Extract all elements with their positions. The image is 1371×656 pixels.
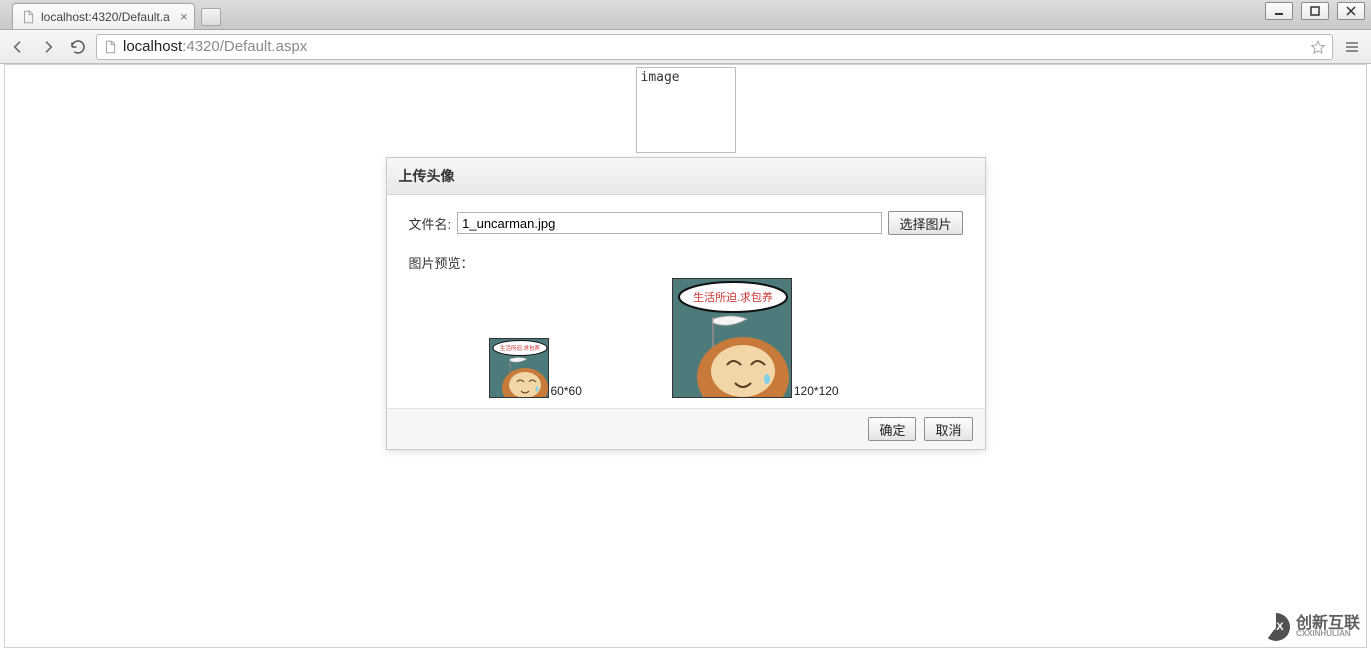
file-row: 文件名: 选择图片	[409, 211, 963, 235]
dialog-body: 文件名: 选择图片 图片预览： 生活所迫.求包养	[387, 195, 985, 408]
bookmark-star-icon[interactable]	[1310, 39, 1326, 55]
address-bar[interactable]: localhost:4320/Default.aspx	[96, 34, 1333, 60]
page-icon	[21, 10, 35, 24]
watermark-sub: CXXINHULIAN	[1296, 630, 1360, 638]
url-host: localhost	[123, 38, 182, 55]
browser-toolbar: localhost:4320/Default.aspx	[0, 30, 1371, 64]
browser-menu-button[interactable]	[1339, 34, 1365, 60]
preview-row: 生活所迫.求包养 60*60	[409, 278, 963, 398]
bubble-text: 生活所迫.求包养	[693, 290, 773, 304]
preview-thumb-60: 生活所迫.求包养	[489, 338, 549, 398]
image-placeholder[interactable]: image	[636, 67, 736, 153]
ok-button[interactable]: 确定	[868, 417, 916, 441]
page-icon	[103, 40, 117, 54]
browser-tab-strip: localhost:4320/Default.a ×	[0, 0, 1371, 30]
watermark-icon: CX	[1262, 613, 1290, 641]
browser-tab[interactable]: localhost:4320/Default.a ×	[12, 3, 195, 29]
preview-label: 图片预览：	[409, 253, 963, 272]
maximize-button[interactable]	[1301, 2, 1329, 20]
forward-button[interactable]	[36, 35, 60, 59]
page-viewport: image 上传头像 文件名: 选择图片 图片预览： 生活所迫.求包养	[4, 64, 1367, 648]
choose-image-button[interactable]: 选择图片	[888, 211, 962, 235]
tab-close-icon[interactable]: ×	[180, 9, 188, 24]
dim-label-60: 60*60	[551, 384, 582, 398]
file-name-input[interactable]	[457, 212, 882, 234]
url-text: localhost:4320/Default.aspx	[123, 38, 307, 55]
image-alt-text: image	[641, 70, 680, 85]
dialog-title: 上传头像	[387, 158, 985, 195]
dim-label-120: 120*120	[794, 384, 839, 398]
window-close-button[interactable]	[1337, 2, 1365, 20]
reload-button[interactable]	[66, 35, 90, 59]
cancel-button[interactable]: 取消	[924, 417, 972, 441]
new-tab-button[interactable]	[201, 8, 221, 26]
upload-avatar-dialog: 上传头像 文件名: 选择图片 图片预览： 生活所迫.求包养	[386, 157, 986, 450]
dialog-footer: 确定 取消	[387, 408, 985, 449]
tab-title: localhost:4320/Default.a	[41, 10, 170, 24]
file-label: 文件名:	[409, 214, 452, 233]
preview-60: 生活所迫.求包养 60*60	[489, 338, 582, 398]
back-button[interactable]	[6, 35, 30, 59]
window-controls	[1265, 0, 1371, 22]
preview-120: 生活所迫.求包养 120*120	[672, 278, 839, 398]
url-path: :4320/Default.aspx	[182, 38, 307, 55]
watermark: CX 创新互联 CXXINHULIAN	[1262, 613, 1360, 641]
minimize-button[interactable]	[1265, 2, 1293, 20]
preview-thumb-120: 生活所迫.求包养	[672, 278, 792, 398]
